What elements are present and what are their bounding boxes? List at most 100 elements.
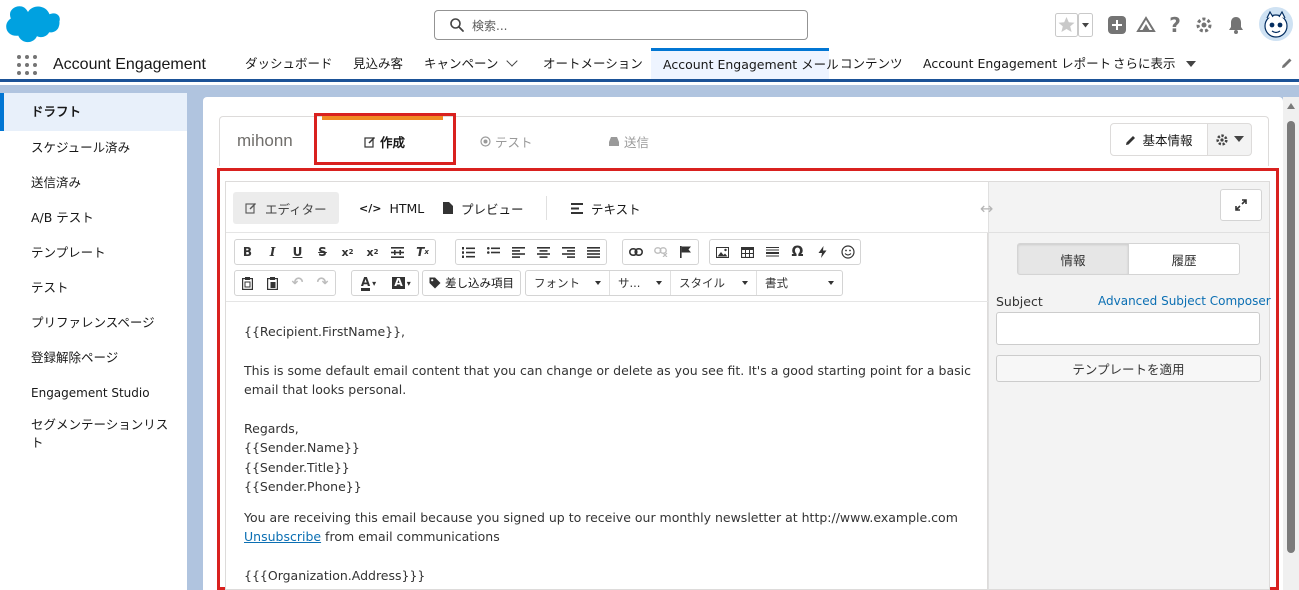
nav-item-prospects[interactable]: 見込み客 <box>353 48 403 79</box>
scrollbar-thumb[interactable] <box>1287 121 1295 553</box>
nav-item-account-engagement-email[interactable]: Account Engagement メール <box>651 48 839 79</box>
app-launcher-icon[interactable] <box>17 55 37 75</box>
tab-history[interactable]: 履歴 <box>1128 243 1240 275</box>
inbox-icon <box>609 137 619 146</box>
help-icon[interactable]: ? <box>1163 10 1187 40</box>
tab-editor[interactable]: エディター <box>233 192 339 224</box>
remove-format-button[interactable]: Tx <box>410 240 435 264</box>
strikethrough-button[interactable]: S <box>310 240 335 264</box>
edit-icon <box>245 203 256 214</box>
special-character-icon[interactable]: Ω <box>785 240 810 264</box>
sender-name-line: {{Sender.Name}} <box>244 440 360 455</box>
favorites-star-icon[interactable] <box>1055 13 1093 37</box>
sidebar-item-segmentation-list[interactable]: セグメンテーションリスト <box>31 416 176 452</box>
font-select[interactable]: フォント <box>526 271 610 295</box>
anchor-flag-icon[interactable] <box>673 240 698 264</box>
tag-icon <box>429 277 441 289</box>
document-icon <box>443 202 453 214</box>
undo-icon[interactable]: ↶ <box>285 271 310 295</box>
nav-item-more-label: さらに表示 <box>1113 56 1176 71</box>
basic-info-button[interactable]: 基本情報 <box>1110 123 1208 156</box>
bulleted-list-icon[interactable] <box>481 240 506 264</box>
caret-down-icon <box>1234 135 1244 142</box>
nav-item-reports[interactable]: Account Engagement レポート <box>923 48 1111 79</box>
sidebar-item-preference-page[interactable]: プリファレンスページ <box>31 314 176 332</box>
nav-item-automation[interactable]: オートメーション <box>543 48 643 79</box>
sidebar-item-scheduled[interactable]: スケジュール済み <box>31 139 176 157</box>
nav-item-content[interactable]: コンテンツ <box>840 48 903 79</box>
bold-button[interactable]: B <box>235 240 260 264</box>
tab-html[interactable]: </> HTML <box>347 192 436 224</box>
salesforce-cloud-logo[interactable] <box>6 6 60 44</box>
sidebar-item-sent[interactable]: 送信済み <box>31 174 176 192</box>
paste-icon[interactable] <box>235 271 260 295</box>
subscript-button[interactable]: x2 <box>335 240 360 264</box>
scroll-up-arrow-icon[interactable] <box>1287 103 1295 109</box>
horizontal-align-icon[interactable] <box>385 240 410 264</box>
horizontal-rule-icon[interactable] <box>760 240 785 264</box>
resize-handle-icon[interactable]: ↔ <box>980 199 993 218</box>
edit-nav-pencil-icon[interactable] <box>1280 56 1294 70</box>
emoji-icon[interactable] <box>835 240 860 264</box>
align-left-icon[interactable] <box>506 240 531 264</box>
sidebar-item-test[interactable]: テスト <box>31 279 176 297</box>
highlight-box-build-tab <box>314 113 456 165</box>
unsubscribe-link[interactable]: Unsubscribe <box>244 529 321 544</box>
image-icon[interactable] <box>710 240 735 264</box>
global-search-input[interactable]: 検索... <box>434 10 808 40</box>
user-avatar[interactable] <box>1259 7 1293 41</box>
sidebar-item-unsubscribe-page[interactable]: 登録解除ページ <box>31 349 176 367</box>
notifications-bell-icon[interactable] <box>1224 10 1248 40</box>
link-icon[interactable] <box>623 240 648 264</box>
paste-from-word-icon[interactable] <box>260 271 285 295</box>
caret-down-icon <box>828 281 834 285</box>
unlink-icon[interactable] <box>648 240 673 264</box>
apply-template-button[interactable]: テンプレートを適用 <box>996 355 1261 382</box>
size-select[interactable]: サ... <box>610 271 671 295</box>
italic-button[interactable]: I <box>260 240 285 264</box>
add-icon[interactable] <box>1105 10 1129 40</box>
gear-icon <box>1216 133 1228 146</box>
email-body[interactable]: {{Recipient.FirstName}}, This is some de… <box>244 322 979 585</box>
align-right-icon[interactable] <box>556 240 581 264</box>
sidebar-item-engagement-studio[interactable]: Engagement Studio <box>31 384 176 402</box>
lightning-icon[interactable] <box>810 240 835 264</box>
nav-item-dashboard[interactable]: ダッシュボード <box>245 48 333 79</box>
chevron-down-icon[interactable] <box>506 55 519 67</box>
org-address-line: {{{Organization.Address}}} <box>244 567 426 583</box>
tab-test[interactable]: テスト <box>480 132 533 151</box>
editor-tabs: エディター </> HTML プレビュー テキスト <box>226 182 989 233</box>
advanced-subject-composer-link[interactable]: Advanced Subject Composer <box>1098 294 1271 308</box>
tab-text[interactable]: テキスト <box>559 192 653 224</box>
table-icon[interactable] <box>735 240 760 264</box>
tab-send[interactable]: 送信 <box>608 132 649 151</box>
underline-button[interactable]: U <box>285 240 310 264</box>
subject-input[interactable] <box>996 312 1260 345</box>
style-select[interactable]: スタイル <box>671 271 757 295</box>
format-select[interactable]: 書式 <box>757 271 842 295</box>
sidebar-item-templates[interactable]: テンプレート <box>31 244 176 262</box>
align-center-icon[interactable] <box>531 240 556 264</box>
expand-button[interactable] <box>1220 189 1262 221</box>
nav-item-campaigns[interactable]: キャンペーン <box>424 48 519 79</box>
settings-menu-button[interactable] <box>1207 123 1252 156</box>
merge-fields-button[interactable]: 差し込み項目 <box>422 270 521 296</box>
sidebar-item-drafts[interactable]: ドラフト <box>0 93 187 131</box>
tab-info[interactable]: 情報 <box>1017 243 1129 275</box>
background-color-button[interactable]: A ▾ <box>385 271 418 295</box>
page-scrollbar[interactable] <box>1283 97 1299 590</box>
numbered-list-icon[interactable] <box>456 240 481 264</box>
sidebar-item-ab-test[interactable]: A/B テスト <box>31 209 176 227</box>
unsubscribe-line: Unsubscribe from email communications <box>244 527 979 547</box>
trailhead-icon[interactable] <box>1134 10 1158 40</box>
app-name: Account Engagement <box>53 56 206 73</box>
nav-item-more[interactable]: さらに表示 <box>1113 48 1196 79</box>
search-placeholder: 検索... <box>472 19 508 33</box>
align-justify-icon[interactable] <box>581 240 606 264</box>
tab-preview[interactable]: プレビュー <box>431 192 536 224</box>
body-paragraph: This is some default email content that … <box>244 362 971 398</box>
redo-icon[interactable]: ↷ <box>310 271 335 295</box>
setup-gear-icon[interactable] <box>1192 10 1216 40</box>
text-color-button[interactable]: A ▾ <box>352 271 385 295</box>
superscript-button[interactable]: x2 <box>360 240 385 264</box>
